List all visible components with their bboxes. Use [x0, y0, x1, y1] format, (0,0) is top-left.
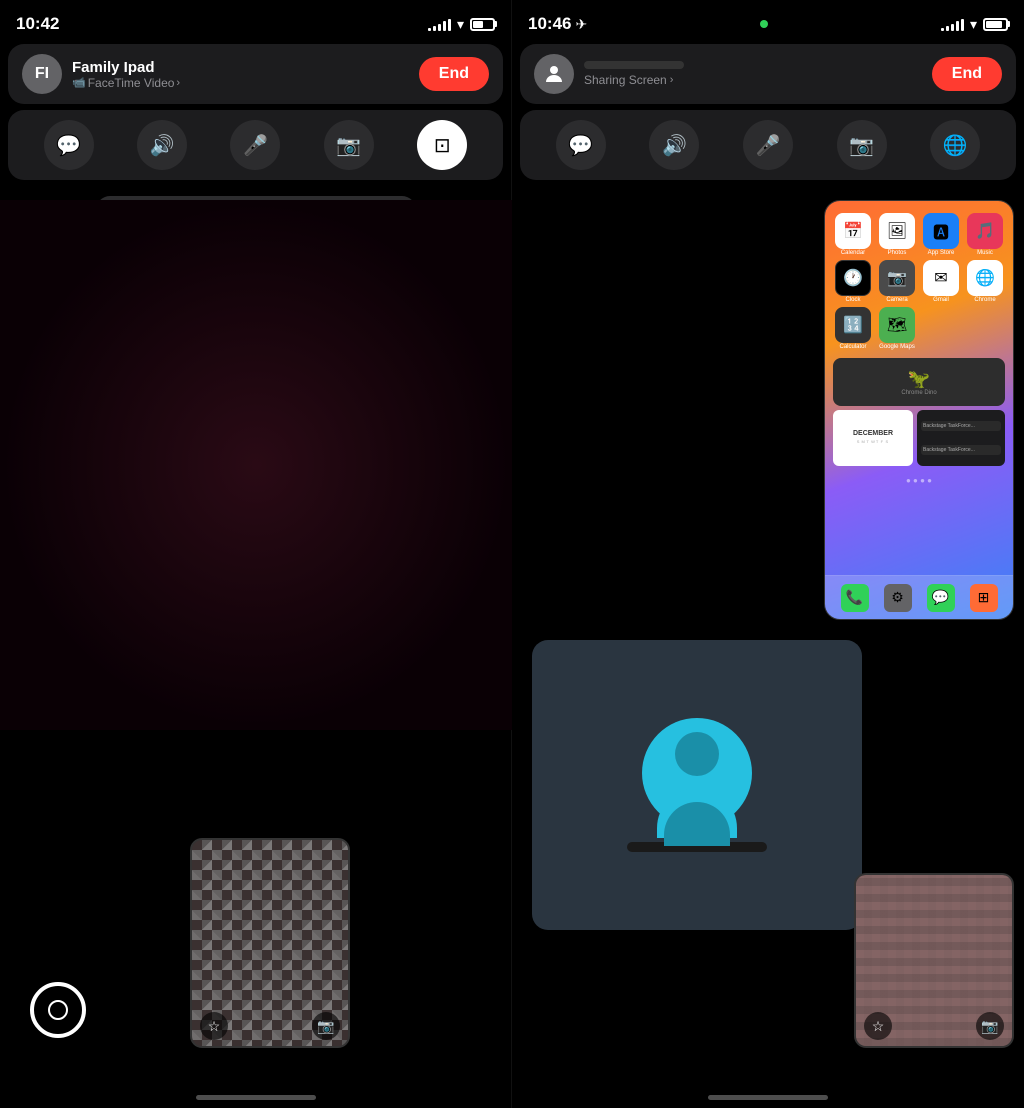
call-details-right: Sharing Screen › [584, 61, 684, 87]
avatar-body-inner [664, 802, 730, 846]
thumb-controls-left: ☆ 📷 [192, 1012, 348, 1040]
thumbnail-video-left[interactable]: ☆ 📷 [190, 838, 350, 1048]
message-button-left[interactable]: 💬 [44, 120, 94, 170]
time-left: 10:42 [16, 14, 59, 34]
battery-icon-right [983, 18, 1008, 31]
location-icon: ✈ [575, 16, 587, 33]
battery-icon-left [470, 18, 495, 31]
call-bar-right: Sharing Screen › End [520, 44, 1016, 104]
widget-row: DECEMBER SMTWTFS Backstage TaskForce... … [833, 410, 1005, 466]
cal-widget: DECEMBER SMTWTFS [833, 410, 913, 466]
speaker-button-right[interactable]: 🔊 [649, 120, 699, 170]
camera-icon-left: 📷 [336, 133, 361, 158]
mic-icon-right: 🎤 [756, 133, 781, 158]
share-stop-button-right[interactable]: 🌐 [930, 120, 980, 170]
call-subtitle-right: Sharing Screen › [584, 73, 684, 87]
controls-row-right: 💬 🔊 🎤 📷 🌐 [520, 110, 1016, 180]
share-stop-icon-right: 🌐 [943, 133, 968, 158]
wifi-icon-left: ▾ [457, 16, 464, 33]
call-bar-left: FI Family Ipad 📹 FaceTime Video › End [8, 44, 503, 104]
video-area-left [0, 200, 512, 730]
status-bar-left: 10:42 ▾ [0, 0, 511, 44]
dock-settings: ⚙ [884, 584, 912, 612]
app-appstore: 🅰 App Store [921, 213, 961, 256]
camera-flip-button-thumb-right[interactable]: 📷 [976, 1012, 1004, 1040]
call-details-left: Family Ipad 📹 FaceTime Video › [72, 59, 180, 90]
star-button-thumb-right[interactable]: ☆ [864, 1012, 892, 1040]
avatar-left: FI [22, 54, 62, 94]
mic-icon-left: 🎤 [243, 133, 268, 158]
right-panel: 10:46 ✈ ▾ [512, 0, 1024, 1108]
wifi-icon-right: ▾ [970, 16, 977, 33]
app-music: 🎵 Music [965, 213, 1005, 256]
avatar-right [534, 54, 574, 94]
green-dot-right [760, 20, 768, 28]
call-name-left: Family Ipad [72, 59, 180, 76]
screen-share-button-left[interactable]: ⊡ [417, 120, 467, 170]
record-button[interactable] [30, 982, 86, 1038]
dock-grid: ⊞ [970, 584, 998, 612]
camera-icon-right: 📷 [849, 133, 874, 158]
camera-button-right[interactable]: 📷 [837, 120, 887, 170]
app-camera: 📷 Camera [877, 260, 917, 303]
record-inner-icon [48, 1000, 68, 1020]
time-right: 10:46 [528, 14, 571, 34]
status-icons-right: ▾ [941, 16, 1008, 33]
dock-phone: 📞 [841, 584, 869, 612]
avatar-body [657, 788, 737, 838]
message-button-right[interactable]: 💬 [556, 120, 606, 170]
message-icon-left: 💬 [56, 133, 81, 158]
app-calendar: 📅 Calendar [833, 213, 873, 256]
status-bar-right: 10:46 ✈ ▾ [512, 0, 1024, 44]
chrome-dino-widget: 🦖 Chrome Dino [833, 358, 1005, 406]
camera-button-left[interactable]: 📷 [324, 120, 374, 170]
screen-share-icon-left: ⊡ [434, 133, 451, 158]
home-indicator-left [196, 1095, 316, 1100]
signal-icon-right [941, 17, 964, 31]
phone-dock: 📞 ⚙ 💬 ⊞ [825, 575, 1013, 619]
mic-button-right[interactable]: 🎤 [743, 120, 793, 170]
app-photos: 🖼 Photos [877, 213, 917, 256]
avatar-video-right [532, 640, 862, 930]
app-maps: 🗺 Google Maps [877, 307, 917, 350]
event-widget: Backstage TaskForce... Backstage TaskFor… [917, 410, 1005, 466]
avatar-head [675, 732, 719, 776]
end-call-button-left[interactable]: End [419, 57, 489, 91]
phone-screen-content: 📅 Calendar 🖼 Photos 🅰 App Store 🎵 Music [825, 201, 1013, 619]
speaker-button-left[interactable]: 🔊 [137, 120, 187, 170]
camera-flip-button-thumb-left[interactable]: 📷 [312, 1012, 340, 1040]
controls-row-left: 💬 🔊 🎤 📷 ⊡ [8, 110, 503, 180]
call-info-left: FI Family Ipad 📹 FaceTime Video › [22, 54, 180, 94]
star-button-thumb-left[interactable]: ☆ [200, 1012, 228, 1040]
mic-button-left[interactable]: 🎤 [230, 120, 280, 170]
person-thumb-controls-right: ☆ 📷 [856, 1012, 1012, 1040]
person-thumbnail-right[interactable]: ☆ 📷 [854, 873, 1014, 1048]
speaker-icon-right: 🔊 [662, 133, 687, 158]
call-info-right: Sharing Screen › [534, 54, 684, 94]
message-icon-right: 💬 [568, 133, 593, 158]
page-dots: ● ● ● ● [825, 470, 1013, 488]
status-icons-left: ▾ [428, 16, 495, 33]
left-panel: 10:42 ▾ FI Family Ipad 📹 FaceTime Vi [0, 0, 512, 1108]
end-call-button-right[interactable]: End [932, 57, 1002, 91]
app-calculator: 🔢 Calculator [833, 307, 873, 350]
signal-icon-left [428, 17, 451, 31]
app-grid: 📅 Calendar 🖼 Photos 🅰 App Store 🎵 Music [825, 205, 1013, 358]
home-indicator-right [708, 1095, 828, 1100]
call-subtitle-left: 📹 FaceTime Video › [72, 76, 180, 90]
screen-share-preview: 📅 Calendar 🖼 Photos 🅰 App Store 🎵 Music [824, 200, 1014, 620]
dock-messages: 💬 [927, 584, 955, 612]
app-clock: 🕐 Clock [833, 260, 873, 303]
speaker-icon-left: 🔊 [150, 133, 175, 158]
app-gmail: ✉ Gmail [921, 260, 961, 303]
app-chrome: 🌐 Chrome [965, 260, 1005, 303]
redacted-name-right [584, 61, 684, 69]
video-camera-small-icon: 📹 [72, 76, 86, 89]
video-noise-left [0, 200, 512, 730]
avatar-large-icon [642, 718, 752, 828]
